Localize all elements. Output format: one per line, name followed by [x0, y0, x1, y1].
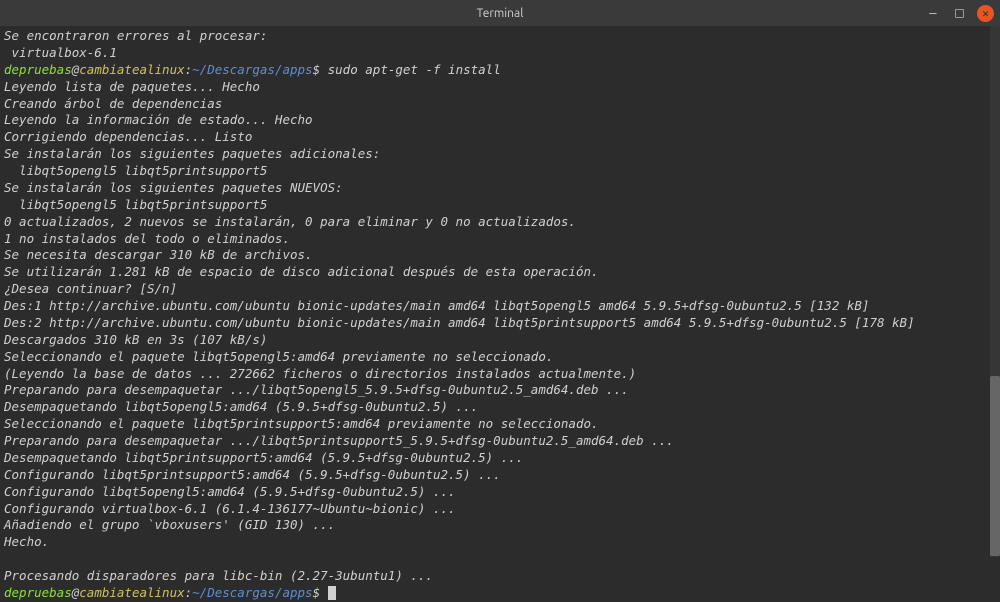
- prompt-path: ~/Descargas/apps: [192, 585, 312, 600]
- output-line: Des:2 http://archive.ubuntu.com/ubuntu b…: [4, 315, 996, 332]
- scroll-thumb[interactable]: [990, 376, 1000, 556]
- cursor: [328, 586, 336, 600]
- output-line: ¿Desea continuar? [S/n]: [4, 281, 996, 298]
- prompt-line: depruebas@cambiatealinux:~/Descargas/app…: [4, 585, 996, 602]
- prompt-user: depruebas: [4, 585, 72, 600]
- output-line: Procesando disparadores para libc-bin (2…: [4, 568, 996, 585]
- output-line: Leyendo la información de estado... Hech…: [4, 112, 996, 129]
- window-controls: – ✕: [925, 5, 994, 22]
- output-line: virtualbox-6.1: [4, 45, 996, 62]
- blank-line: [4, 551, 996, 568]
- output-line: Leyendo lista de paquetes... Hecho: [4, 79, 996, 96]
- terminal-body[interactable]: Se encontraron errores al procesar: virt…: [0, 26, 1000, 557]
- output-line: Se instalarán los siguientes paquetes NU…: [4, 180, 996, 197]
- output-line: (Leyendo la base de datos ... 272662 fic…: [4, 366, 996, 383]
- output-line: Creando árbol de dependencias: [4, 96, 996, 113]
- prompt-host: cambiatealinux: [79, 62, 184, 77]
- output-line: 1 no instalados del todo o eliminados.: [4, 231, 996, 248]
- output-line: Preparando para desempaquetar .../libqt5…: [4, 382, 996, 399]
- command-text: [320, 585, 328, 600]
- prompt-colon: :: [185, 585, 193, 600]
- output-line: Seleccionando el paquete libqt5opengl5:a…: [4, 349, 996, 366]
- prompt-at: @: [72, 585, 80, 600]
- output-line: Se instalarán los siguientes paquetes ad…: [4, 146, 996, 163]
- output-line: Añadiendo el grupo `vboxusers' (GID 130)…: [4, 517, 996, 534]
- output-line: Desempaquetando libqt5printsupport5:amd6…: [4, 450, 996, 467]
- prompt-line: depruebas@cambiatealinux:~/Descargas/app…: [4, 62, 996, 79]
- output-line: Se necesita descargar 310 kB de archivos…: [4, 247, 996, 264]
- output-line: Descargados 310 kB en 3s (107 kB/s): [4, 332, 996, 349]
- scrollbar[interactable]: [990, 26, 1000, 557]
- output-line: Configurando libqt5opengl5:amd64 (5.9.5+…: [4, 484, 996, 501]
- output-line: Corrigiendo dependencias... Listo: [4, 129, 996, 146]
- output-line: Des:1 http://archive.ubuntu.com/ubuntu b…: [4, 298, 996, 315]
- prompt-dollar: $: [313, 62, 321, 77]
- command-text: sudo apt-get -f install: [320, 62, 501, 77]
- output-line: Se encontraron errores al procesar:: [4, 28, 996, 45]
- output-line: Configurando libqt5printsupport5:amd64 (…: [4, 467, 996, 484]
- output-line: Se utilizarán 1.281 kB de espacio de dis…: [4, 264, 996, 281]
- prompt-user: depruebas: [4, 62, 72, 77]
- output-line: libqt5opengl5 libqt5printsupport5: [4, 197, 996, 214]
- minimize-icon[interactable]: –: [925, 5, 941, 21]
- output-line: Hecho.: [4, 534, 996, 551]
- prompt-dollar: $: [313, 585, 321, 600]
- close-icon[interactable]: ✕: [977, 5, 994, 22]
- prompt-host: cambiatealinux: [79, 585, 184, 600]
- prompt-path: ~/Descargas/apps: [192, 62, 312, 77]
- output-line: libqt5opengl5 libqt5printsupport5: [4, 163, 996, 180]
- output-line: 0 actualizados, 2 nuevos se instalarán, …: [4, 214, 996, 231]
- output-line: Configurando virtualbox-6.1 (6.1.4-13617…: [4, 501, 996, 518]
- window-title: Terminal: [477, 7, 524, 20]
- titlebar: Terminal – ✕: [0, 0, 1000, 26]
- output-line: Desempaquetando libqt5opengl5:amd64 (5.9…: [4, 399, 996, 416]
- output-line: Preparando para desempaquetar .../libqt5…: [4, 433, 996, 450]
- maximize-icon[interactable]: [951, 5, 967, 21]
- output-line: Seleccionando el paquete libqt5printsupp…: [4, 416, 996, 433]
